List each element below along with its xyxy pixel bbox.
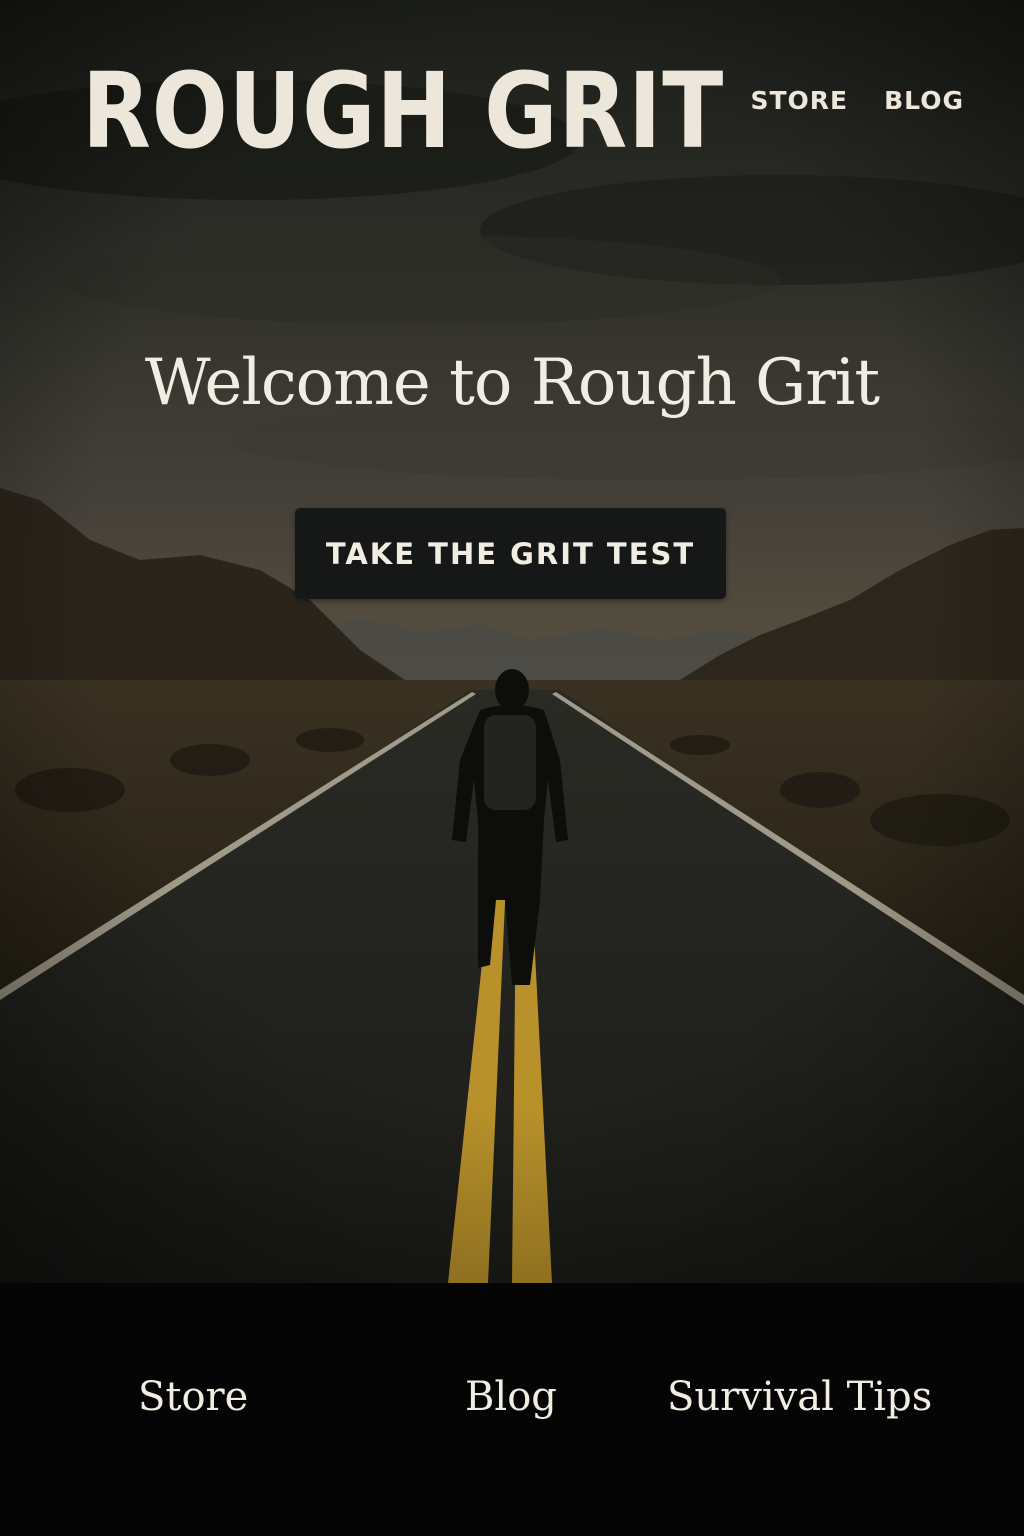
nav-link-store[interactable]: STORE <box>750 86 848 115</box>
top-nav: STORE BLOG <box>750 86 964 115</box>
take-grit-test-button[interactable]: TAKE THE GRIT TEST <box>295 508 726 599</box>
hero-title: Welcome to Rough Grit <box>144 346 880 420</box>
hero-section: ROUGH GRIT STORE BLOG Welcome to Rough G… <box>0 0 1024 1283</box>
footer-link-blog[interactable]: Blog <box>465 1373 557 1421</box>
nav-link-blog[interactable]: BLOG <box>884 86 964 115</box>
site-header: ROUGH GRIT STORE BLOG <box>0 0 1024 200</box>
site-footer: Store Blog Survival Tips <box>0 1283 1024 1536</box>
site-logo[interactable]: ROUGH GRIT <box>82 52 724 170</box>
footer-link-store[interactable]: Store <box>138 1373 248 1421</box>
footer-link-survival-tips[interactable]: Survival Tips <box>667 1373 932 1421</box>
page: ROUGH GRIT STORE BLOG Welcome to Rough G… <box>0 0 1024 1536</box>
